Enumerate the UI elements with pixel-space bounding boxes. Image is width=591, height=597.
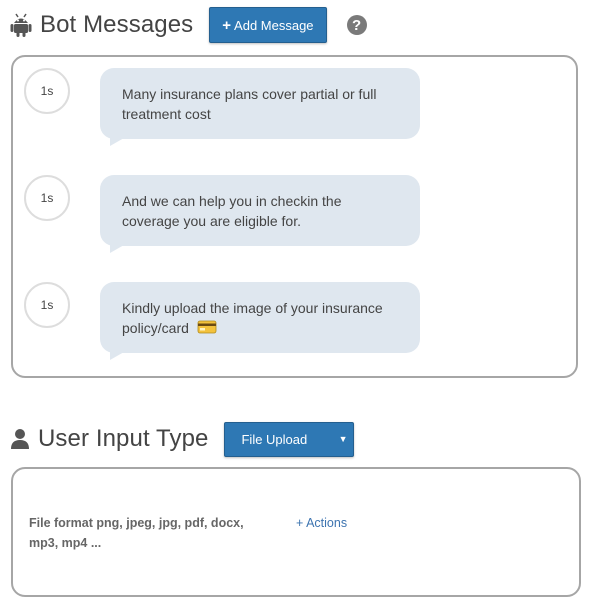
user-input-header: User Input Type File Upload ▼ bbox=[10, 421, 580, 457]
message-text: And we can help you in checkin the cover… bbox=[122, 193, 342, 229]
file-format-text: File format png, jpeg, jpg, pdf, docx, m… bbox=[29, 516, 244, 550]
user-input-container: File format png, jpeg, jpg, pdf, docx, m… bbox=[11, 467, 581, 597]
caret-down-icon: ▼ bbox=[338, 434, 348, 444]
user-input-title: User Input Type bbox=[38, 425, 209, 452]
credit-card-icon bbox=[197, 319, 217, 340]
message-text: Many insurance plans cover partial or fu… bbox=[122, 86, 377, 122]
delay-badge[interactable]: 1s bbox=[24, 68, 70, 114]
android-icon bbox=[10, 13, 32, 37]
message-text: Kindly upload the image of your insuranc… bbox=[122, 300, 383, 336]
add-message-label: Add Message bbox=[234, 17, 314, 33]
message-bubble[interactable]: Kindly upload the image of your insuranc… bbox=[100, 282, 420, 360]
add-actions-link[interactable]: + Actions bbox=[296, 513, 347, 533]
message-bubble[interactable]: Many insurance plans cover partial or fu… bbox=[100, 68, 420, 146]
message-bubble[interactable]: And we can help you in checkin the cover… bbox=[100, 175, 420, 253]
add-message-button[interactable]: + Add Message bbox=[209, 7, 327, 43]
help-icon[interactable]: ? bbox=[346, 15, 367, 35]
delay-badge[interactable]: 1s bbox=[24, 175, 70, 221]
bot-messages-container: 1s Many insurance plans cover partial or… bbox=[11, 55, 578, 378]
bot-messages-header: Bot Messages + Add Message ? bbox=[10, 7, 580, 43]
input-type-select[interactable]: File Upload ▼ bbox=[224, 421, 355, 457]
user-icon bbox=[10, 428, 30, 450]
input-type-value: File Upload bbox=[241, 431, 308, 447]
delay-badge[interactable]: 1s bbox=[24, 282, 70, 328]
bot-messages-title: Bot Messages bbox=[40, 11, 194, 38]
plus-icon: + bbox=[222, 16, 232, 34]
